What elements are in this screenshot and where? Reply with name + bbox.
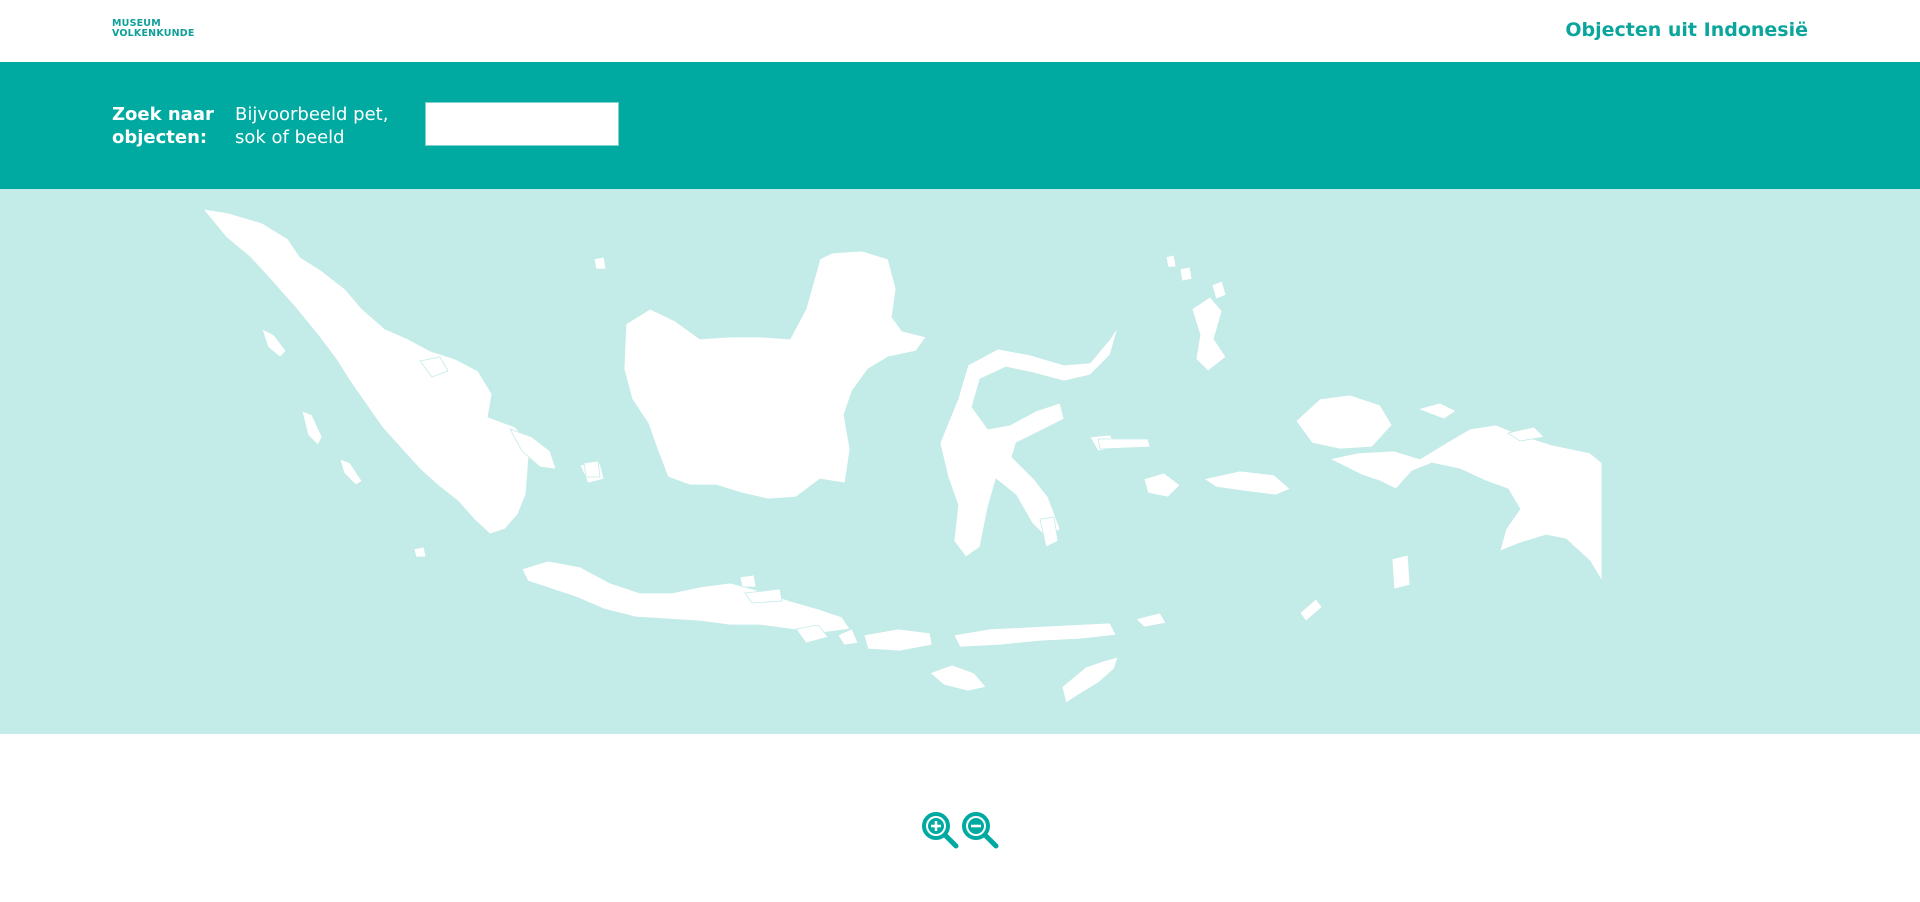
region-sula[interactable] [1097,438,1151,450]
map-svg [202,208,1603,704]
region-flores[interactable] [953,622,1117,648]
search-input[interactable] [425,102,619,146]
search-bar: Zoek naar objecten: Bijvoorbeeld pet, so… [0,62,1920,189]
region-sumba[interactable] [929,664,987,692]
region-halmahera[interactable] [1191,296,1227,372]
region-morotai[interactable] [1211,280,1227,300]
search-label-line-1: Zoek naar [112,104,214,125]
site-header: MUSEUM VOLKENKUNDE Objecten uit Indonesi… [0,0,1920,62]
region-kepulauan-seribu[interactable] [583,460,601,478]
region-lombok[interactable] [837,628,859,646]
region-sulawesi[interactable] [939,326,1119,558]
region-misool[interactable] [1295,394,1393,450]
region-sangihe[interactable] [1165,254,1177,268]
region-tanimbar[interactable] [1299,598,1323,622]
museum-logo[interactable]: MUSEUM VOLKENKUNDE [112,19,195,41]
region-enggano[interactable] [413,546,427,558]
region-java[interactable] [521,560,851,634]
logo-line-2: VOLKENKUNDE [112,28,195,39]
search-hint-line-2: sok of beeld [235,127,345,148]
region-sumbawa[interactable] [863,628,933,652]
page-title: Objecten uit Indonesië [1565,19,1808,41]
region-buru[interactable] [1143,472,1181,498]
region-alor[interactable] [1135,612,1167,628]
region-natuna[interactable] [593,256,607,270]
search-label: Zoek naar objecten: [112,103,232,149]
region-waigeo[interactable] [1416,402,1457,420]
search-hint: Bijvoorbeeld pet, sok of beeld [235,103,415,149]
region-bawean[interactable] [739,574,757,588]
region-seram[interactable] [1202,470,1291,496]
region-mentawai[interactable] [339,458,363,486]
region-aru[interactable] [1391,554,1411,590]
zoom-in-icon[interactable] [921,811,959,849]
search-hint-line-1: Bijvoorbeeld pet, [235,104,389,125]
zoom-out-icon[interactable] [961,811,999,849]
region-nias[interactable] [301,410,323,446]
indonesia-map[interactable] [0,189,1920,734]
search-label-line-2: objecten: [112,127,208,148]
region-talaud[interactable] [1179,266,1193,282]
region-simeulue[interactable] [261,328,287,358]
region-papua[interactable] [1328,424,1603,583]
region-timor[interactable] [1061,656,1119,704]
region-kalimantan[interactable] [623,250,927,500]
region-sumatra[interactable] [202,208,531,535]
